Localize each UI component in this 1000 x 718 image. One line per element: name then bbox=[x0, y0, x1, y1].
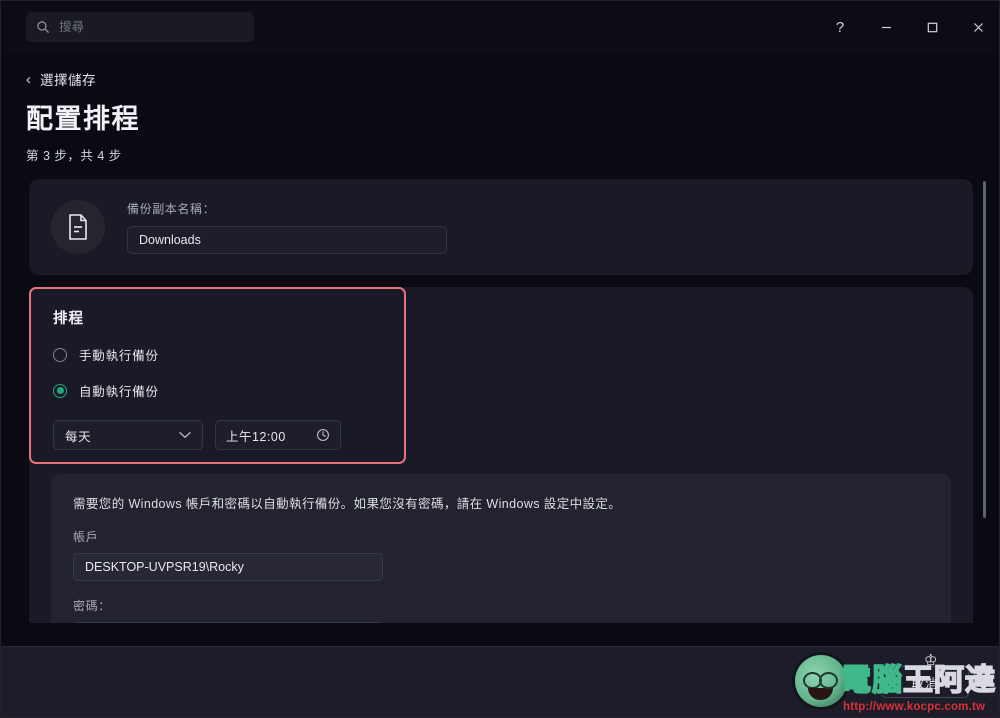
search-box[interactable] bbox=[26, 12, 254, 42]
frequency-select[interactable]: 每天 bbox=[53, 420, 203, 450]
page-title: 配置排程 bbox=[26, 104, 140, 134]
windows-account-panel: 需要您的 Windows 帳戶和密碼以自動執行備份。如果您沒有密碼，請在 Win… bbox=[51, 474, 951, 623]
radio-auto-backup[interactable]: 自動執行備份 bbox=[53, 381, 159, 400]
page-header: ‹ 選擇儲存 配置排程 第 3 步，共 4 步 bbox=[1, 53, 999, 164]
step-indicator: 第 3 步，共 4 步 bbox=[26, 149, 122, 163]
schedule-pickers: 每天 上午12:00 bbox=[53, 420, 951, 450]
minimize-button[interactable] bbox=[863, 1, 909, 53]
minimize-icon bbox=[881, 26, 891, 28]
time-value: 上午12:00 bbox=[226, 429, 286, 444]
window-controls: ? bbox=[817, 1, 999, 53]
backup-name-input[interactable] bbox=[127, 226, 447, 254]
footer-bar: 取消 bbox=[1, 646, 999, 717]
clock-icon bbox=[317, 429, 329, 441]
account-note: 需要您的 Windows 帳戶和密碼以自動執行備份。如果您沒有密碼，請在 Win… bbox=[73, 497, 622, 511]
close-button[interactable] bbox=[955, 1, 999, 53]
radio-manual-icon bbox=[53, 347, 67, 362]
chevron-down-icon bbox=[179, 431, 191, 439]
schedule-card: 排程 手動執行備份 自動執行備份 每天 上午12:00 需要您的 Windows… bbox=[29, 287, 973, 623]
help-button[interactable]: ? bbox=[817, 1, 863, 53]
chevron-left-icon: ‹ bbox=[26, 70, 31, 88]
radio-auto-icon bbox=[53, 383, 67, 398]
account-label: 帳戶 bbox=[73, 530, 99, 544]
maximize-button[interactable] bbox=[909, 1, 955, 53]
maximize-icon bbox=[927, 22, 937, 32]
backup-name-field-group: 備份副本名稱： bbox=[127, 200, 447, 254]
content-scroll-area: 備份副本名稱： 排程 手動執行備份 自動執行備份 每天 bbox=[1, 179, 999, 623]
radio-auto-label: 自動執行備份 bbox=[79, 385, 159, 399]
document-icon-badge bbox=[51, 200, 105, 254]
backup-name-card: 備份副本名稱： bbox=[29, 179, 973, 275]
breadcrumb-label: 選擇儲存 bbox=[40, 73, 96, 88]
content-scrollbar[interactable] bbox=[982, 181, 986, 617]
title-bar: ? bbox=[1, 1, 999, 53]
scrollbar-thumb[interactable] bbox=[983, 181, 986, 518]
frequency-value: 每天 bbox=[65, 429, 92, 444]
password-label: 密碼： bbox=[73, 599, 111, 613]
backup-name-label: 備份副本名稱： bbox=[127, 202, 216, 216]
cancel-button[interactable]: 取消 bbox=[881, 666, 969, 698]
document-icon bbox=[69, 214, 87, 240]
app-window: ? ‹ 選擇儲存 配置排程 第 3 步，共 4 步 bbox=[0, 0, 1000, 718]
time-picker[interactable]: 上午12:00 bbox=[215, 420, 341, 450]
search-icon bbox=[36, 20, 50, 34]
close-icon bbox=[973, 22, 983, 32]
schedule-heading: 排程 bbox=[53, 311, 84, 327]
radio-manual-label: 手動執行備份 bbox=[79, 349, 159, 363]
account-input[interactable] bbox=[73, 553, 383, 581]
search-input[interactable] bbox=[59, 20, 244, 34]
password-input[interactable] bbox=[73, 622, 383, 623]
breadcrumb-back[interactable]: ‹ 選擇儲存 bbox=[26, 69, 96, 89]
radio-manual-backup[interactable]: 手動執行備份 bbox=[53, 345, 159, 364]
